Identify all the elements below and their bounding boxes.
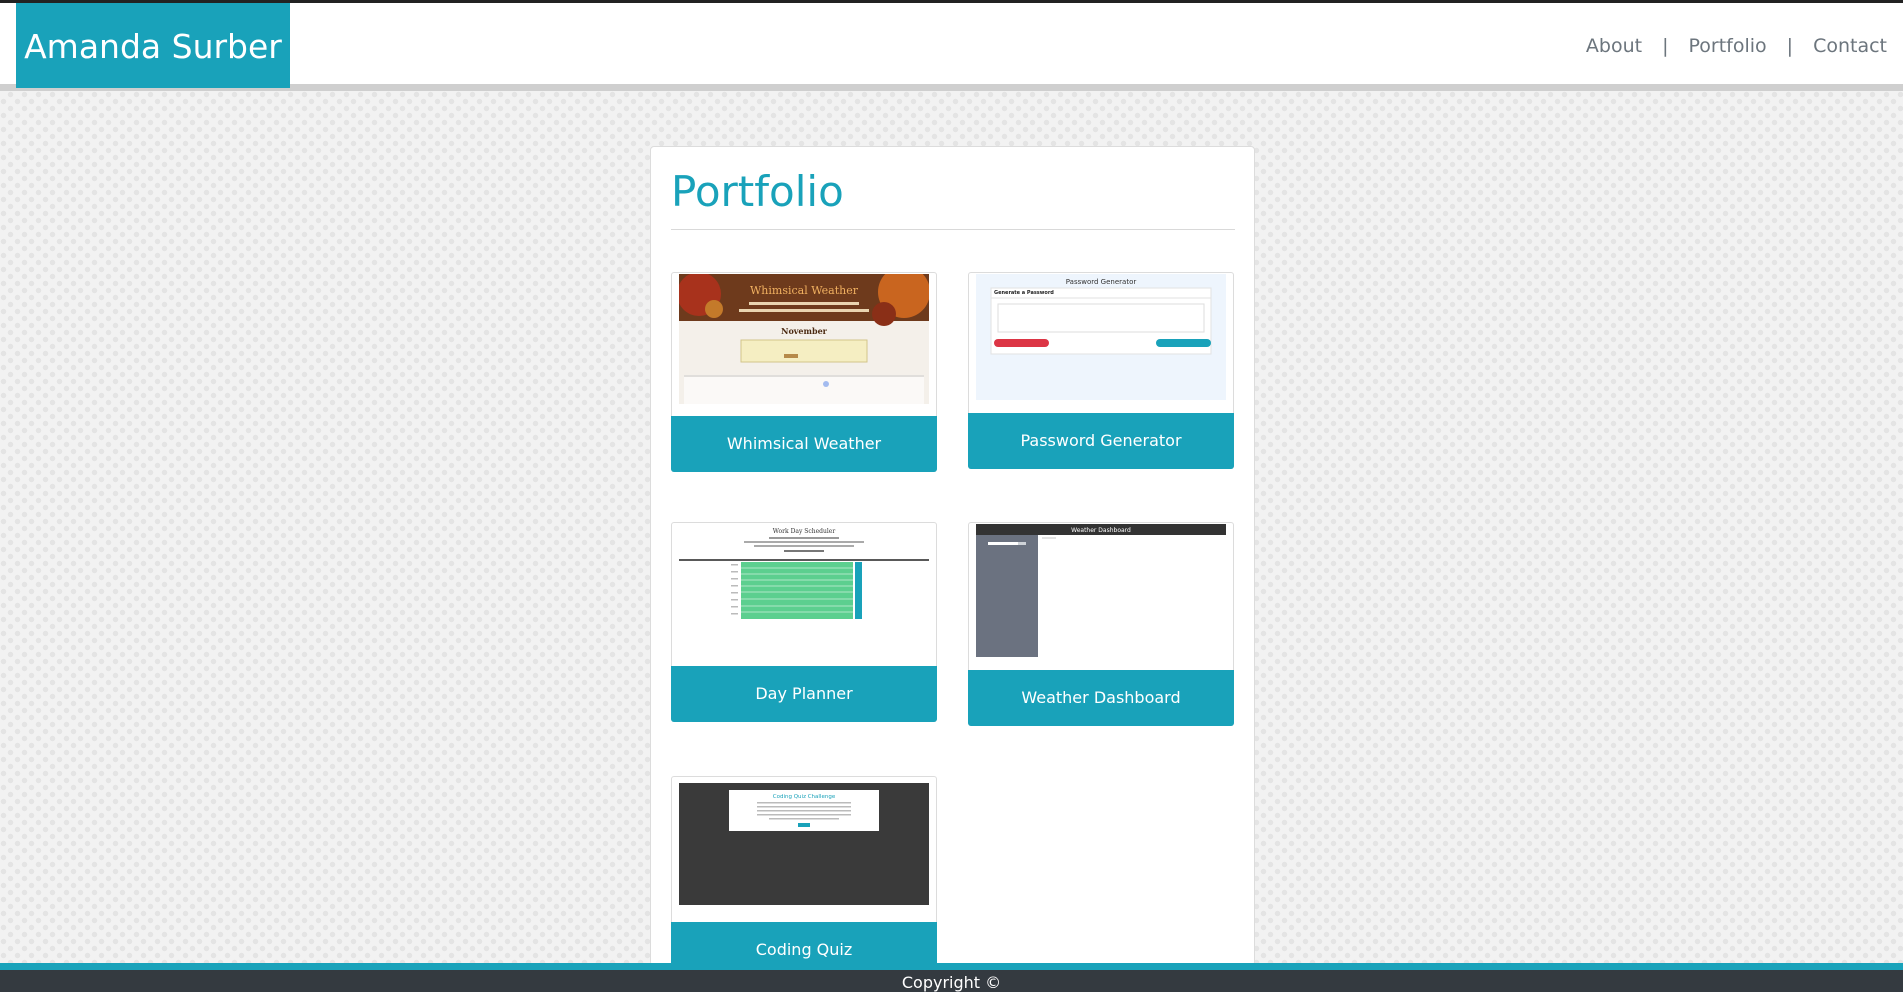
nav-separator: | [1786,34,1794,57]
thumbnail-image: Password Generator Generate a Password [976,274,1226,400]
thumb-title: Coding Quiz Challenge [773,794,836,800]
project-card-day-planner[interactable]: Work Day Scheduler Day Planner [671,522,937,722]
site-header: Amanda Surber About | Portfolio | Contac… [0,0,1903,91]
title-divider [671,229,1235,230]
project-thumbnail[interactable]: Weather Dashboard [976,524,1226,657]
thumbnail-image: Work Day Scheduler [679,524,929,654]
project-card-coding-quiz[interactable]: Coding Quiz Challenge Coding Quiz [671,776,937,978]
project-thumbnail[interactable]: Work Day Scheduler [679,524,929,654]
thumb-title: Work Day Scheduler [773,528,836,535]
nav-separator: | [1662,34,1669,57]
project-label[interactable]: Whimsical Weather [671,416,937,472]
thumb-subtitle: Generate a Password [994,290,1054,296]
project-card-whimsical-weather[interactable]: Whimsical Weather November Whimsical Wea… [671,272,937,472]
page-title: Portfolio [671,167,844,216]
thumb-title: Weather Dashboard [1071,527,1131,534]
copyright-text: Copyright © [901,973,1002,992]
thumbnail-image: Whimsical Weather November [679,274,929,404]
nav-portfolio-link[interactable]: Portfolio [1689,35,1767,57]
project-thumbnail[interactable]: Coding Quiz Challenge [679,778,929,905]
thumb-title: Whimsical Weather [750,284,859,297]
nav-contact-link[interactable]: Contact [1813,35,1887,57]
project-label[interactable]: Day Planner [671,666,937,722]
portfolio-card: Portfolio Whimsical Weather November Whi… [650,146,1255,978]
project-thumbnail[interactable]: Whimsical Weather November [679,274,929,404]
site-footer: Copyright © [0,963,1903,992]
thumb-title: Password Generator [1066,278,1137,286]
project-label[interactable]: Password Generator [968,413,1234,469]
thumbnail-image: Coding Quiz Challenge [679,778,929,905]
thumbnail-image: Weather Dashboard [976,524,1226,657]
brand-logo[interactable]: Amanda Surber [16,3,290,88]
project-thumbnail[interactable]: Password Generator Generate a Password [976,274,1226,400]
nav-about-link[interactable]: About [1586,35,1642,57]
thumb-month: November [781,326,828,336]
project-card-weather-dashboard[interactable]: Weather Dashboard Weather Dashboard [968,522,1234,726]
main-nav: About | Portfolio | Contact [1586,3,1887,88]
project-card-password-generator[interactable]: Password Generator Generate a Password P… [968,272,1234,469]
project-label[interactable]: Weather Dashboard [968,670,1234,726]
